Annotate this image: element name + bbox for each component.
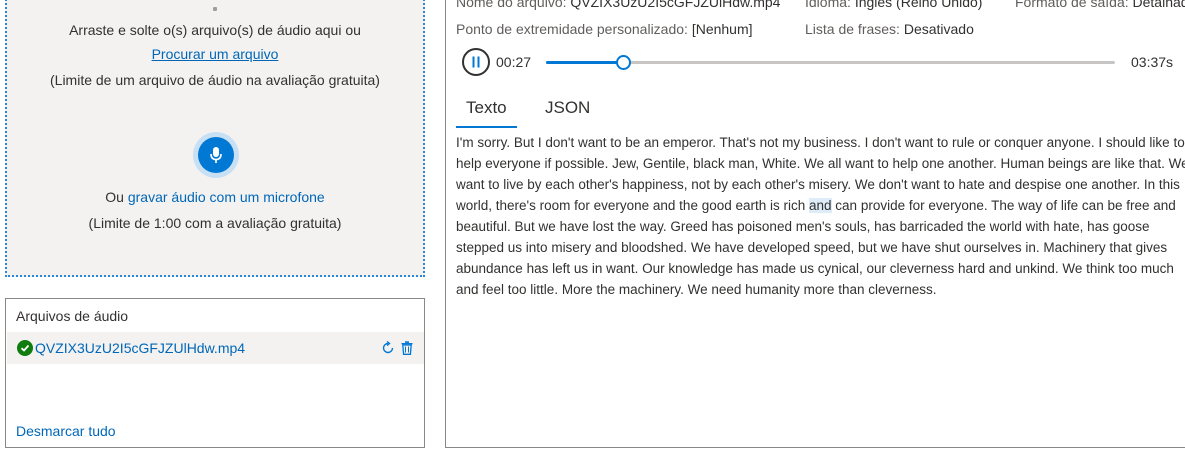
audio-files-panel: Arquivos de áudio QVZIX3UzU2I5cGFJZUlHdw… xyxy=(5,298,425,448)
unselect-all-link[interactable]: Desmarcar tudo xyxy=(16,423,116,439)
duration: 03:37s xyxy=(1131,54,1174,70)
meta-output-format-value: Detalhad xyxy=(1132,0,1185,10)
meta-filename: Nome do arquivo: QVZIX3UzU2I5cGFJZUlHdw.… xyxy=(456,0,780,10)
tab-texto[interactable]: Texto xyxy=(456,94,517,128)
current-time: 00:27 xyxy=(496,54,532,70)
meta-output-format: Formato de saída: Detalhad xyxy=(1015,0,1185,10)
progress-thumb[interactable] xyxy=(615,55,631,70)
audio-dropzone[interactable]: Arraste e solte o(s) arquivo(s) de áudio… xyxy=(5,0,425,277)
audio-file-row[interactable]: QVZIX3UzU2I5cGFJZUlHdw.mp4 xyxy=(7,332,424,364)
audio-file-name[interactable]: QVZIX3UzU2I5cGFJZUlHdw.mp4 xyxy=(35,340,245,356)
dropzone-top-fragment xyxy=(7,0,423,14)
browse-file-link[interactable]: Procurar um arquivo xyxy=(152,46,279,62)
progress-fill xyxy=(546,61,623,64)
reprocess-icon[interactable] xyxy=(379,339,397,357)
meta-language-value: Inglês (Reino Unido) xyxy=(854,0,983,10)
record-limit-text: (Limite de 1:00 com a avaliação gratuita… xyxy=(88,215,342,231)
tab-json[interactable]: JSON xyxy=(535,94,600,126)
audio-files-title: Arquivos de áudio xyxy=(16,308,129,324)
meta-phrase-list-value: Desativado xyxy=(903,21,974,37)
meta-endpoint-label: Ponto de extremidade personalizado: xyxy=(456,21,688,37)
pause-button[interactable] xyxy=(462,48,490,76)
meta-language-label: Idioma: xyxy=(805,0,851,10)
meta-endpoint: Ponto de extremidade personalizado: [Nen… xyxy=(456,21,753,37)
record-prefix: Ou xyxy=(105,189,128,205)
meta-filename-label: Nome do arquivo: xyxy=(456,0,567,10)
record-audio-link[interactable]: gravar áudio com um microfone xyxy=(128,189,325,205)
meta-phrase-list: Lista de frases: Desativado xyxy=(805,21,974,37)
record-audio-line: Ou gravar áudio com um microfone xyxy=(7,189,423,205)
meta-endpoint-value: [Nenhum] xyxy=(691,21,753,37)
meta-output-format-label: Formato de saída: xyxy=(1015,0,1129,10)
progress-track[interactable] xyxy=(546,55,1115,70)
pause-icon xyxy=(472,56,480,68)
record-microphone-button[interactable] xyxy=(198,137,234,173)
transcript-highlighted-word: and xyxy=(809,198,832,213)
meta-filename-value: QVZIX3UzU2I5cGFJZUlHdw.mp4 xyxy=(570,0,781,10)
dropzone-trial-limit: (Limite de um arquivo de áudio na avalia… xyxy=(50,72,380,88)
record-microphone-button-ring xyxy=(193,132,239,178)
audio-player: 00:27 03:37s ⌄ xyxy=(462,47,1185,77)
meta-phrase-list-label: Lista de frases: xyxy=(805,21,900,37)
transcript-text: I'm sorry. But I don't want to be an emp… xyxy=(456,132,1185,300)
check-circle-icon xyxy=(17,340,33,356)
transcription-detail-panel: Nome do arquivo: QVZIX3UzU2I5cGFJZUlHdw.… xyxy=(445,0,1185,448)
microphone-icon xyxy=(210,147,222,163)
dropzone-drag-text: Arraste e solte o(s) arquivo(s) de áudio… xyxy=(69,22,361,38)
delete-icon[interactable] xyxy=(398,339,416,357)
meta-language: Idioma: Inglês (Reino Unido) xyxy=(805,0,982,10)
